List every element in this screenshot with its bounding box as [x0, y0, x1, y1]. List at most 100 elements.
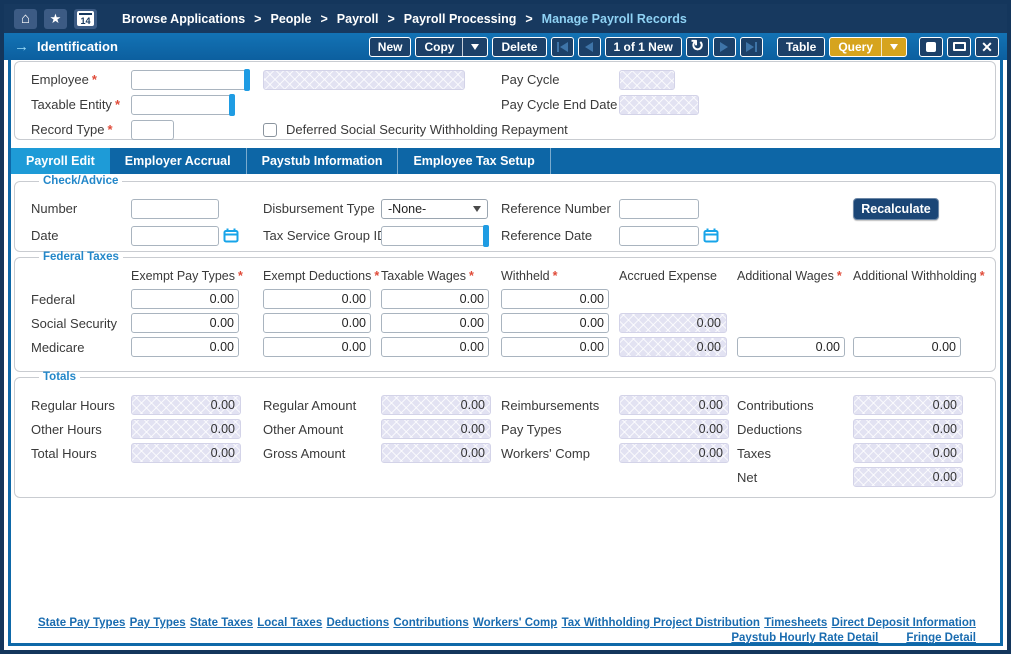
reimbursements-field: 0.00: [619, 395, 729, 415]
identification-toolbar: → Identification New Copy Delete 1 of 1 …: [4, 33, 1007, 60]
required-marker: *: [115, 97, 120, 112]
home-button[interactable]: ⌂: [14, 9, 37, 29]
other-hours-field: 0.00: [131, 419, 241, 439]
footer-link-local-taxes[interactable]: Local Taxes: [257, 617, 322, 629]
lookup-indicator-icon[interactable]: [229, 94, 235, 116]
other-amount-field: 0.00: [381, 419, 491, 439]
check-advice-legend: Check/Advice: [39, 175, 122, 187]
federal-taxes-section: Federal Taxes Exempt Pay Types* Exempt D…: [14, 251, 996, 372]
calendar-button[interactable]: 14: [74, 9, 97, 29]
next-record-button[interactable]: [713, 37, 736, 57]
federal-withheld-input[interactable]: [501, 289, 609, 309]
tab-payroll-edit[interactable]: Payroll Edit: [11, 148, 110, 174]
ss-exempt-deductions-input[interactable]: [263, 313, 371, 333]
footer-link-fringe-detail[interactable]: Fringe Detail: [906, 632, 976, 644]
check-number-input[interactable]: [131, 199, 219, 219]
footer-link-state-pay-types[interactable]: State Pay Types: [38, 617, 125, 629]
ss-withheld-input[interactable]: [501, 313, 609, 333]
chevron-down-icon: [473, 206, 481, 212]
refresh-button[interactable]: ↻: [686, 37, 709, 57]
tab-employee-tax-setup[interactable]: Employee Tax Setup: [398, 148, 550, 174]
footer-link-deductions[interactable]: Deductions: [326, 617, 389, 629]
query-button[interactable]: Query: [829, 37, 907, 57]
lookup-indicator-icon[interactable]: [483, 225, 489, 247]
totals-section: Totals Regular Hours 0.00 Regular Amount…: [14, 371, 996, 498]
taxable-entity-input[interactable]: [131, 95, 234, 115]
maximize-button[interactable]: [947, 37, 971, 57]
taxable-entity-label: Taxable Entity: [31, 97, 112, 112]
employee-input[interactable]: [131, 70, 249, 90]
footer-link-direct-deposit-information[interactable]: Direct Deposit Information: [832, 617, 976, 629]
medicare-additional-wages-input[interactable]: [737, 337, 845, 357]
footer-link-contributions[interactable]: Contributions: [393, 617, 468, 629]
breadcrumb-item[interactable]: Payroll: [337, 12, 379, 26]
table-view-button[interactable]: Table: [777, 37, 825, 57]
delete-button[interactable]: Delete: [492, 37, 546, 57]
check-date-input[interactable]: [131, 226, 219, 246]
total-hours-label: Total Hours: [31, 446, 131, 461]
total-hours-field: 0.00: [131, 443, 241, 463]
breadcrumb-separator: >: [525, 12, 532, 26]
tab-paystub-information[interactable]: Paystub Information: [247, 148, 399, 174]
copy-button[interactable]: Copy: [415, 37, 488, 57]
gross-amount-label: Gross Amount: [263, 446, 381, 461]
ss-exempt-pay-types-input[interactable]: [131, 313, 239, 333]
footer-link-pay-types[interactable]: Pay Types: [130, 617, 186, 629]
previous-record-button[interactable]: [578, 37, 601, 57]
new-button[interactable]: New: [369, 37, 412, 57]
calendar-picker-icon[interactable]: [223, 228, 239, 243]
last-record-button[interactable]: [740, 37, 763, 57]
employee-row: Employee* Pay Cycle: [31, 67, 995, 92]
regular-amount-label: Regular Amount: [263, 398, 381, 413]
ss-taxable-wages-input[interactable]: [381, 313, 489, 333]
reimbursements-label: Reimbursements: [501, 398, 619, 413]
breadcrumb-item[interactable]: Payroll Processing: [404, 12, 517, 26]
tab-employer-accrual[interactable]: Employer Accrual: [110, 148, 247, 174]
footer-link-workers-comp[interactable]: Workers' Comp: [473, 617, 557, 629]
federal-exempt-deductions-input[interactable]: [263, 289, 371, 309]
medicare-taxable-wages-input[interactable]: [381, 337, 489, 357]
query-dropdown[interactable]: [882, 38, 906, 56]
contributions-label: Contributions: [737, 398, 853, 413]
favorites-button[interactable]: ★: [44, 9, 67, 29]
medicare-row: Medicare 0.00: [31, 335, 995, 359]
medicare-exempt-deductions-input[interactable]: [263, 337, 371, 357]
minimize-button[interactable]: [919, 37, 943, 57]
medicare-additional-withholding-input[interactable]: [853, 337, 961, 357]
footer-link-state-taxes[interactable]: State Taxes: [190, 617, 253, 629]
pay-types-label: Pay Types: [501, 422, 619, 437]
copy-dropdown[interactable]: [463, 38, 487, 56]
federal-exempt-pay-types-input[interactable]: [131, 289, 239, 309]
deferred-ss-withholding-label: Deferred Social Security Withholding Rep…: [286, 122, 568, 137]
tax-service-group-input[interactable]: [381, 226, 488, 246]
recalculate-button[interactable]: Recalculate: [853, 198, 939, 220]
record-type-input[interactable]: [131, 120, 174, 140]
tax-service-group-label: Tax Service Group ID: [263, 228, 381, 243]
disbursement-type-label: Disbursement Type: [263, 201, 381, 216]
lookup-indicator-icon[interactable]: [244, 69, 250, 91]
first-icon: [560, 42, 568, 52]
date-label: Date: [31, 228, 131, 243]
footer-link-paystub-hourly-rate-detail[interactable]: Paystub Hourly Rate Detail: [731, 632, 878, 644]
footer-link-tax-withholding-project-distribution[interactable]: Tax Withholding Project Distribution: [562, 617, 760, 629]
deductions-field: 0.00: [853, 419, 963, 439]
footer-links: State Pay Types Pay Types State Taxes Lo…: [14, 617, 996, 644]
federal-taxes-legend: Federal Taxes: [39, 251, 123, 263]
breadcrumb-current: Manage Payroll Records: [542, 12, 687, 26]
tab-bar: Payroll Edit Employer Accrual Paystub In…: [11, 148, 1000, 174]
medicare-withheld-input[interactable]: [501, 337, 609, 357]
ss-accrued-expense-field: 0.00: [619, 313, 727, 333]
reference-date-input[interactable]: [619, 226, 699, 246]
first-record-button[interactable]: [551, 37, 574, 57]
calendar-picker-icon[interactable]: [703, 228, 719, 243]
footer-link-timesheets[interactable]: Timesheets: [764, 617, 827, 629]
gross-amount-field: 0.00: [381, 443, 491, 463]
medicare-exempt-pay-types-input[interactable]: [131, 337, 239, 357]
close-button[interactable]: ✕: [975, 37, 999, 57]
breadcrumb-item[interactable]: Browse Applications: [122, 12, 245, 26]
disbursement-type-select[interactable]: -None-: [381, 199, 488, 219]
federal-taxable-wages-input[interactable]: [381, 289, 489, 309]
deferred-ss-withholding-checkbox[interactable]: [263, 123, 277, 137]
reference-number-input[interactable]: [619, 199, 699, 219]
breadcrumb-item[interactable]: People: [270, 12, 311, 26]
